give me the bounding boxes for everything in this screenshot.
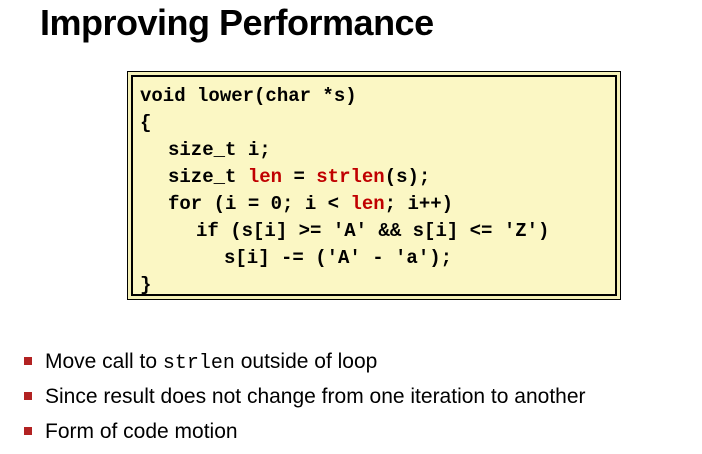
- bullet-1-code: strlen: [162, 352, 235, 375]
- code-block: void lower(char *s) { size_t i; size_t l…: [131, 75, 617, 296]
- code-line-5: for (i = 0; i < len; i++): [140, 191, 615, 218]
- code-strlen-call: strlen: [316, 166, 385, 188]
- square-bullet-icon: [24, 427, 32, 435]
- code-line-1: void lower(char *s): [140, 85, 357, 107]
- bullet-text-1: Move call to strlen outside of loop: [45, 344, 377, 381]
- code-line-2: {: [140, 112, 152, 134]
- code-line-5-for: for (i = 0; i <: [168, 193, 351, 215]
- code-line-6: if (s[i] >= 'A' && s[i] <= 'Z'): [196, 220, 550, 242]
- code-line-4-assign: =: [282, 166, 317, 188]
- code-line-3: size_t i;: [168, 139, 271, 161]
- bullet-text-3: Form of code motion: [45, 420, 238, 443]
- code-len-reference: len: [350, 193, 385, 215]
- bullet-1-suffix: outside of loop: [234, 350, 378, 373]
- code-line-5-rest: ; i++): [384, 193, 454, 215]
- bullet-1-prefix: Move call to: [45, 350, 163, 373]
- code-line-7: s[i] -= ('A' - 'a');: [224, 247, 453, 269]
- code-line-4-args: (s);: [384, 166, 431, 188]
- square-bullet-icon: [24, 392, 32, 400]
- code-line-4-type: size_t: [168, 166, 248, 188]
- bullet-text-2: Since result does not change from one it…: [45, 385, 586, 408]
- square-bullet-icon: [24, 357, 32, 365]
- code-line-4: size_t len = strlen(s);: [140, 164, 615, 191]
- code-line-8: }: [140, 274, 152, 296]
- slide-title: Improving Performance: [40, 2, 434, 43]
- code-len-variable: len: [247, 166, 283, 188]
